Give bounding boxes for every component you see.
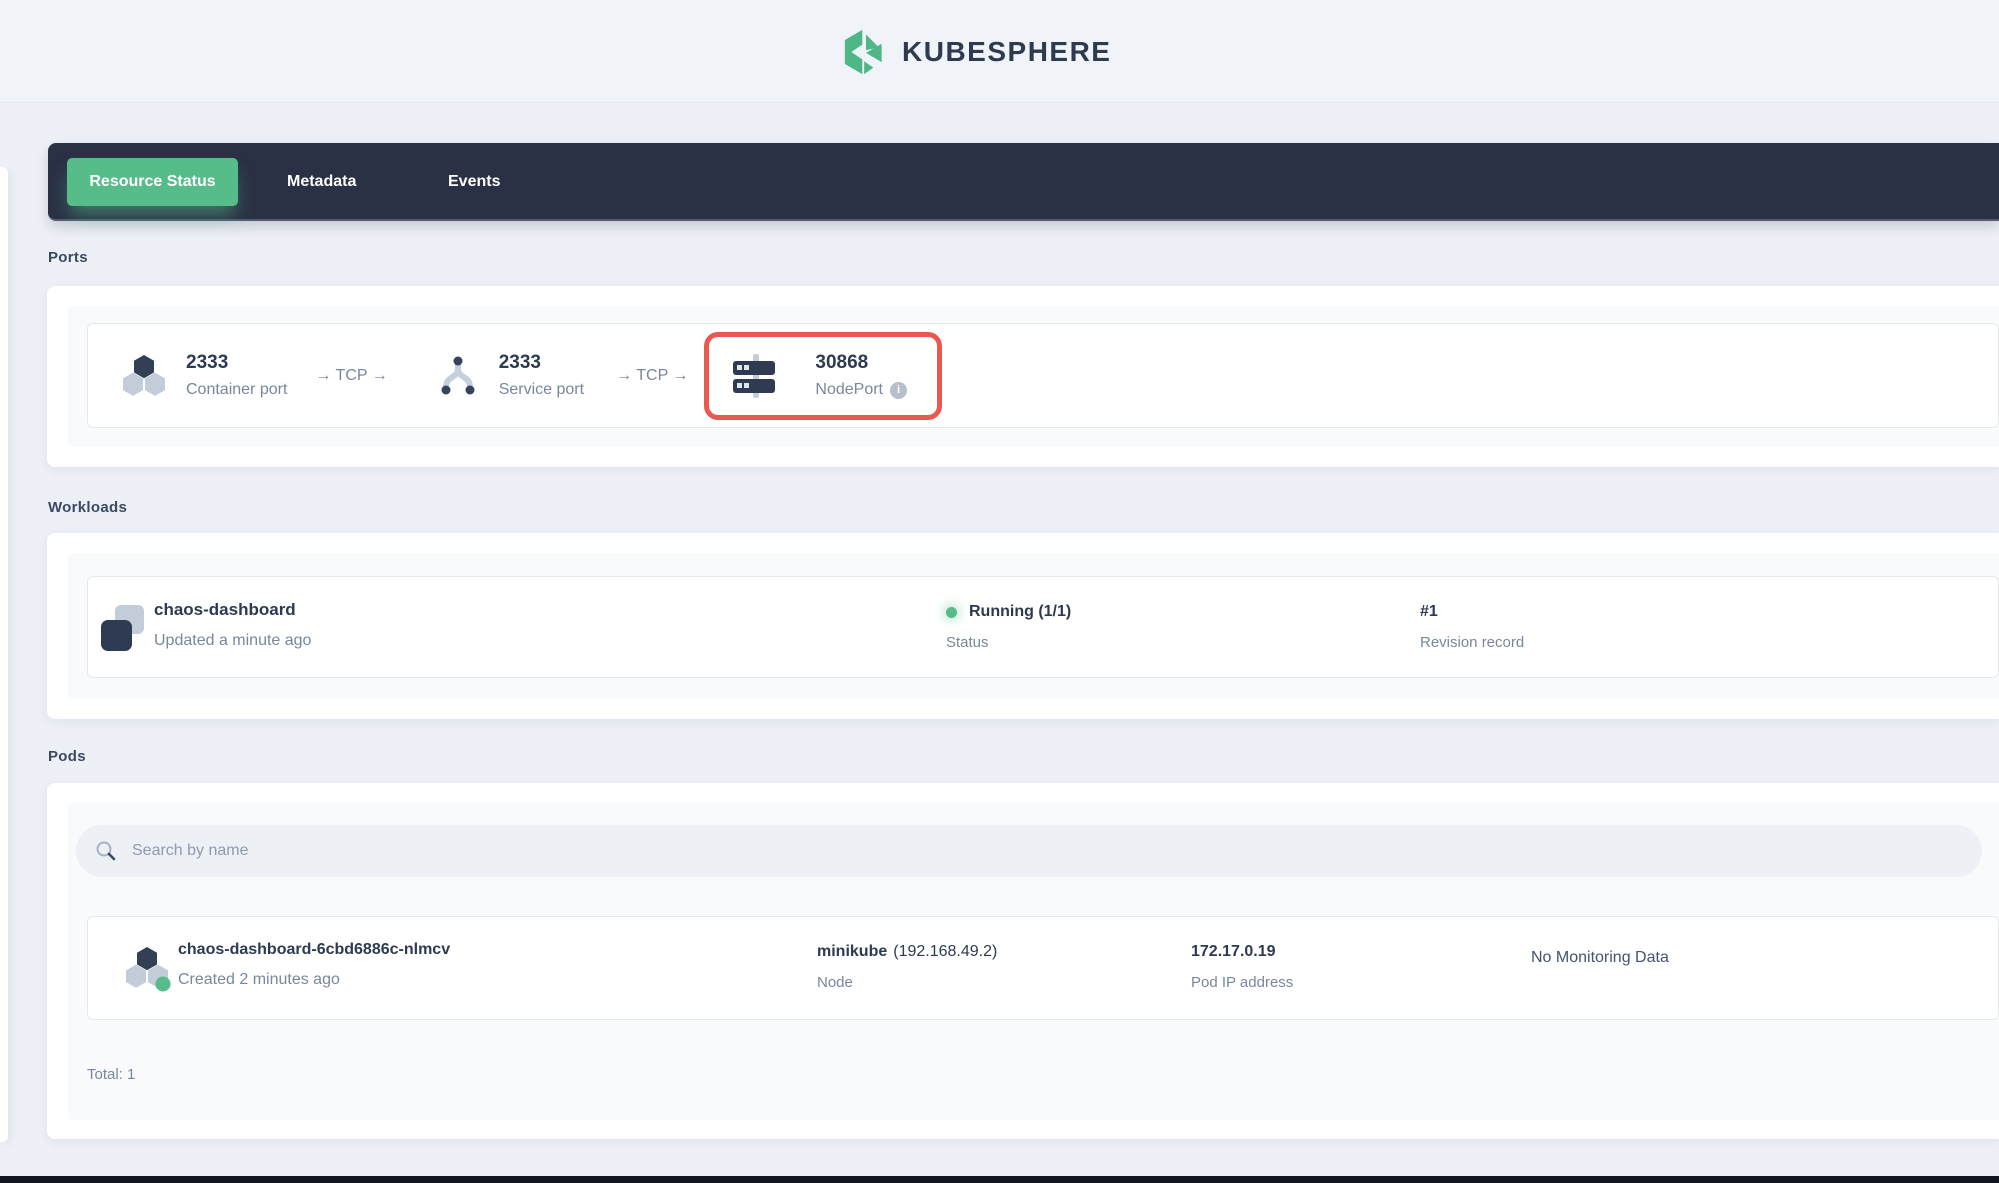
pods-search-bar (76, 825, 1982, 877)
pod-node-name: minikube (817, 943, 887, 961)
ports-card: 2333 Container port → TCP → 2333 Servi (47, 286, 1999, 467)
cropped-left-panel-edge (0, 167, 8, 1142)
search-icon (95, 840, 117, 862)
workload-row[interactable]: chaos-dashboard Updated a minute ago Run… (87, 576, 1999, 678)
pod-ip-value: 172.17.0.19 (1191, 943, 1293, 961)
pod-icon (124, 946, 172, 993)
workloads-card: chaos-dashboard Updated a minute ago Run… (47, 533, 1999, 719)
container-port-label: Container port (186, 381, 287, 399)
workloads-panel: chaos-dashboard Updated a minute ago Run… (68, 553, 1999, 699)
nodeport-value: 30868 (815, 352, 907, 374)
service-port-value: 2333 (499, 352, 584, 374)
workload-status-label: Status (946, 634, 1071, 651)
tab-metadata[interactable]: Metadata (287, 143, 356, 221)
protocol-arrow-2: → TCP → (616, 367, 688, 385)
nodeport-info-icon[interactable]: i (890, 382, 907, 399)
kubesphere-logo-text: KUBESPHERE (902, 36, 1111, 68)
tab-events[interactable]: Events (448, 143, 500, 221)
container-port-value: 2333 (186, 352, 287, 374)
kubesphere-logo: KUBESPHERE (843, 27, 1111, 77)
nodeport-label: NodePort (815, 381, 883, 399)
workload-revision-label: Revision record (1420, 634, 1524, 651)
workload-updated: Updated a minute ago (154, 632, 311, 650)
pod-monitoring-status: No Monitoring Data (1531, 949, 1669, 967)
workload-status-value: Running (1/1) (969, 603, 1071, 621)
deployment-icon (98, 603, 148, 653)
pods-total-count: Total: 1 (87, 1066, 135, 1083)
service-port-label: Service port (499, 381, 584, 399)
pod-row[interactable]: chaos-dashboard-6cbd6886c-nlmcv Created … (87, 916, 1999, 1020)
protocol-arrow-1: → TCP → (315, 367, 387, 385)
kubesphere-logo-icon (843, 27, 889, 77)
ports-section-title: Ports (48, 249, 88, 266)
pods-section-title: Pods (48, 748, 86, 765)
service-port-icon (436, 354, 480, 398)
workload-revision-value: #1 (1420, 603, 1524, 621)
workload-status-dot (946, 607, 957, 618)
container-port-group: 2333 Container port (121, 352, 287, 399)
container-port-icon (121, 354, 167, 397)
pod-node-label: Node (817, 974, 997, 991)
bottom-edge-strip (0, 1176, 1999, 1183)
ports-flow-row[interactable]: 2333 Container port → TCP → 2333 Servi (87, 323, 1999, 428)
search-input[interactable] (132, 842, 1982, 860)
pod-node-ip: (192.168.49.2) (893, 943, 997, 961)
pod-created: Created 2 minutes ago (178, 971, 450, 989)
workload-name-link[interactable]: chaos-dashboard (154, 600, 311, 620)
pod-ip-label: Pod IP address (1191, 974, 1293, 991)
workloads-section-title: Workloads (48, 499, 127, 516)
pods-panel: chaos-dashboard-6cbd6886c-nlmcv Created … (68, 803, 1999, 1120)
tab-resource-status[interactable]: Resource Status (67, 158, 238, 206)
nodeport-servers-icon (731, 353, 781, 399)
pod-name-link[interactable]: chaos-dashboard-6cbd6886c-nlmcv (178, 941, 450, 959)
detail-tab-bar: Resource Status Metadata Events (48, 143, 1999, 221)
app-header: KUBESPHERE (0, 0, 1999, 103)
pods-card: chaos-dashboard-6cbd6886c-nlmcv Created … (47, 783, 1999, 1139)
ports-panel: 2333 Container port → TCP → 2333 Servi (68, 306, 1999, 447)
service-port-group: 2333 Service port (436, 352, 584, 399)
nodeport-highlight-box[interactable]: 30868 NodePort i (704, 332, 942, 420)
